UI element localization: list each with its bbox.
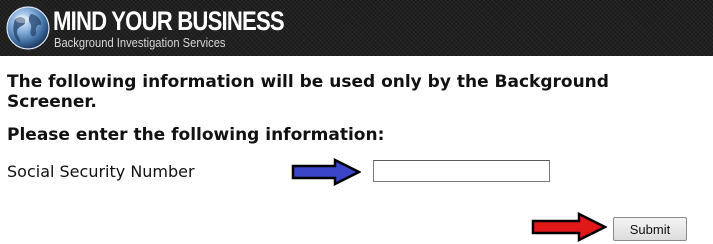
- screener-notice: The following information will be used o…: [7, 72, 609, 112]
- header-banner: MIND YOUR BUSINESS Background Investigat…: [0, 0, 713, 56]
- right-arrow-icon: [291, 158, 361, 186]
- ssn-input[interactable]: [373, 160, 550, 182]
- form-prompt: Please enter the following information:: [7, 125, 385, 145]
- right-arrow-icon: [531, 212, 607, 242]
- globe-icon: [6, 6, 50, 50]
- submit-button[interactable]: Submit: [613, 217, 687, 241]
- ssn-label: Social Security Number: [7, 162, 195, 181]
- brand-tagline: Background Investigation Services: [54, 35, 226, 50]
- brand-name: MIND YOUR BUSINESS: [53, 6, 285, 36]
